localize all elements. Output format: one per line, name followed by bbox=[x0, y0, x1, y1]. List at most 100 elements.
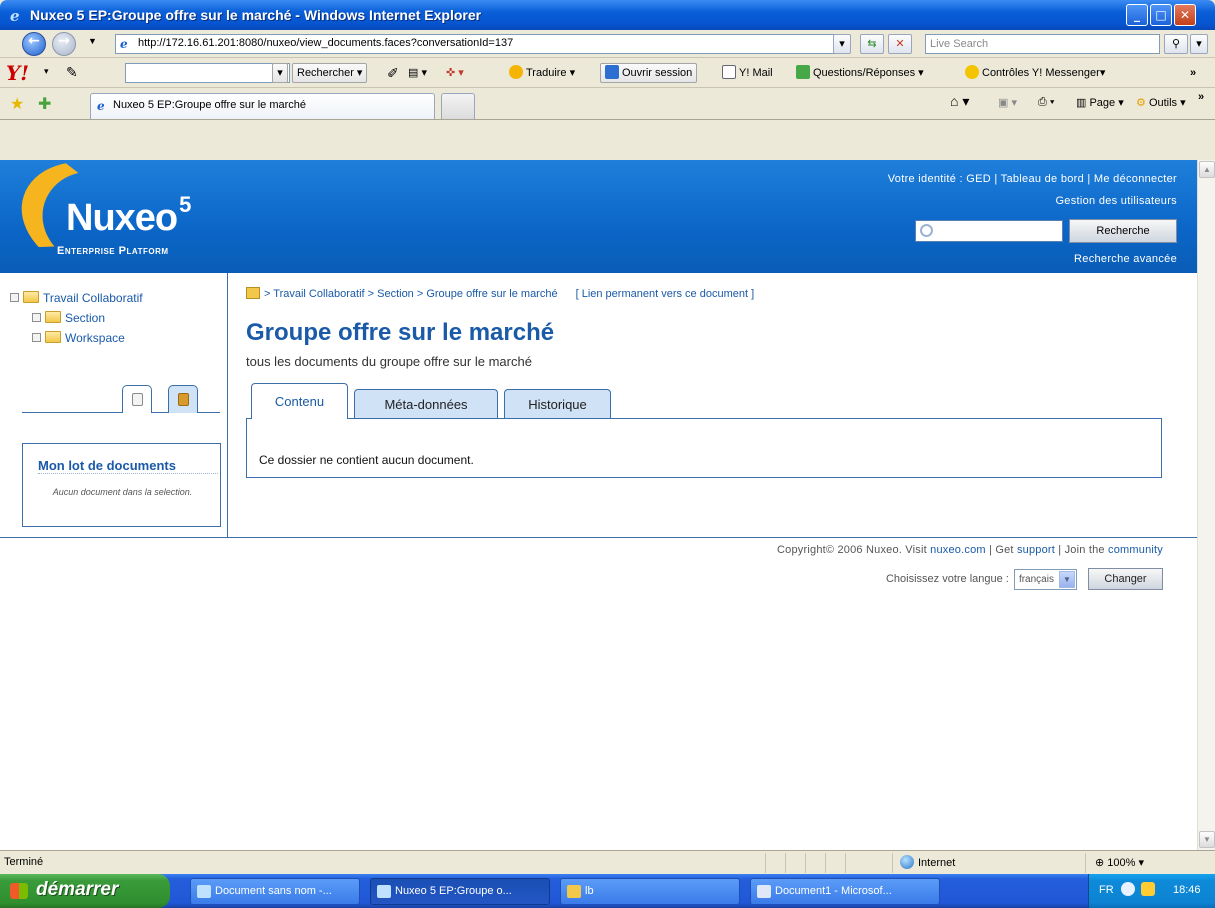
user-management-link[interactable]: Gestion des utilisateurs bbox=[1055, 195, 1177, 207]
address-field[interactable]: e http://172.16.61.201:8080/nuxeo/view_d… bbox=[115, 34, 847, 54]
tab-documents[interactable] bbox=[122, 385, 152, 413]
scroll-down-icon[interactable]: ▼ bbox=[1199, 831, 1215, 848]
basket-title: Mon lot de documents bbox=[38, 459, 218, 474]
home-icon[interactable]: ⌂ ▾ bbox=[950, 93, 969, 110]
start-button[interactable]: démarrer bbox=[0, 874, 170, 908]
login-button[interactable]: Ouvrir session bbox=[600, 63, 698, 83]
highlighter-icon[interactable]: ✐ bbox=[387, 63, 399, 83]
tree-node-root[interactable]: Travail Collaboratif bbox=[10, 288, 143, 308]
scroll-up-icon[interactable]: ▲ bbox=[1199, 161, 1215, 178]
permalink[interactable]: [ Lien permanent vers ce document ] bbox=[576, 288, 755, 300]
gear-icon: ⚙ bbox=[1136, 97, 1146, 109]
header-links[interactable]: Votre identité : GED | Tableau de bord |… bbox=[888, 173, 1177, 185]
language-indicator[interactable]: FR bbox=[1099, 884, 1114, 896]
address-text: http://172.16.61.201:8080/nuxeo/view_doc… bbox=[138, 37, 514, 49]
expand-icon[interactable] bbox=[32, 333, 41, 342]
globe-icon bbox=[900, 855, 914, 869]
translate-icon bbox=[509, 65, 523, 79]
translate-button[interactable]: Traduire ▾ bbox=[509, 63, 575, 83]
status-text: Terminé bbox=[4, 856, 44, 868]
yahoo-search-button[interactable]: Rechercher ▾ bbox=[292, 63, 368, 83]
page-icon: e bbox=[120, 37, 128, 51]
nuxeo-link[interactable]: nuxeo.com bbox=[930, 544, 986, 556]
pencil-icon[interactable]: ✎ bbox=[66, 64, 78, 81]
forward-button[interactable]: → bbox=[52, 32, 76, 56]
feeds-icon[interactable]: ▣ ▾ bbox=[998, 96, 1017, 109]
parent-folder-icon[interactable] bbox=[246, 287, 260, 299]
layout-icon[interactable]: ▤ ▾ bbox=[408, 63, 427, 83]
tree-node-workspace[interactable]: Workspace bbox=[10, 328, 143, 348]
add-favorites-icon[interactable]: ✚ bbox=[38, 94, 51, 114]
refresh-icon[interactable]: ⇆ bbox=[860, 34, 884, 54]
tray-app-icon[interactable] bbox=[1141, 882, 1155, 896]
basket-empty-text: Aucun document dans la selection. bbox=[52, 487, 193, 497]
yahoo-search-input[interactable] bbox=[125, 63, 290, 83]
live-search-input[interactable]: Live Search bbox=[925, 34, 1160, 54]
yahoo-logo[interactable]: Y! bbox=[6, 61, 29, 85]
tab-ie-icon: e bbox=[97, 99, 105, 113]
back-button[interactable]: ← bbox=[22, 32, 46, 56]
address-dropdown-icon[interactable]: ▾ bbox=[833, 34, 851, 54]
tab-clipboard[interactable] bbox=[168, 385, 198, 413]
support-link[interactable]: support bbox=[1017, 544, 1055, 556]
mail-button[interactable]: Y! Mail bbox=[722, 63, 773, 83]
answers-icon bbox=[796, 65, 810, 79]
print-icon[interactable]: ⎙ ▾ bbox=[1038, 96, 1054, 109]
close-button[interactable]: ✕ bbox=[1174, 4, 1196, 26]
status-bar: Terminé Internet ⊕ 100% ▾ bbox=[0, 850, 1215, 874]
browser-tab[interactable]: e Nuxeo 5 EP:Groupe offre sur le marché bbox=[90, 93, 435, 119]
folder-icon bbox=[45, 331, 61, 343]
minimize-button[interactable]: _ bbox=[1126, 4, 1148, 26]
history-dropdown-icon[interactable]: ▼ bbox=[88, 36, 97, 46]
nuxeo-search-input[interactable] bbox=[915, 220, 1063, 242]
navigation-tree: Travail Collaboratif Section Workspace bbox=[10, 288, 143, 348]
security-zone: Internet bbox=[900, 855, 955, 869]
advanced-search-link[interactable]: Recherche avancée bbox=[1074, 253, 1177, 265]
answers-button[interactable]: Questions/Réponses ▾ bbox=[796, 63, 924, 83]
tree-node-section[interactable]: Section bbox=[10, 308, 143, 328]
nuxeo-search-button[interactable]: Recherche bbox=[1069, 219, 1177, 243]
change-language-button[interactable]: Changer bbox=[1088, 568, 1163, 590]
nuxeo-logo[interactable]: Nuxeo5 bbox=[66, 192, 191, 240]
tools-menu[interactable]: ⚙ Outils ▾ bbox=[1136, 96, 1186, 109]
toolbar-overflow-icon[interactable]: » bbox=[1190, 63, 1196, 83]
login-icon bbox=[605, 65, 619, 79]
page-menu[interactable]: ▥ Page ▾ bbox=[1076, 96, 1124, 109]
command-overflow-icon[interactable]: » bbox=[1198, 91, 1204, 103]
tab-metadata[interactable]: Méta-données bbox=[354, 389, 498, 419]
search-options-icon[interactable]: ▾ bbox=[1190, 34, 1208, 54]
favorites-star-icon[interactable]: ★ bbox=[10, 94, 24, 114]
taskbar: démarrer Document sans nom -... Nuxeo 5 … bbox=[0, 874, 1215, 908]
tab-content[interactable]: Contenu bbox=[251, 383, 348, 419]
task-word-document[interactable]: Document1 - Microsof... bbox=[750, 878, 940, 905]
page-footer: Copyright© 2006 Nuxeo. Visit nuxeo.com |… bbox=[0, 537, 1197, 590]
maximize-button[interactable]: □ bbox=[1150, 4, 1172, 26]
copyright: Copyright© 2006 Nuxeo. Visit nuxeo.com |… bbox=[777, 544, 1163, 556]
community-link[interactable]: community bbox=[1108, 544, 1163, 556]
ie-icon bbox=[197, 885, 211, 898]
tray-arrow-icon[interactable] bbox=[1121, 882, 1135, 896]
search-icon[interactable]: ⚲ bbox=[1164, 34, 1188, 54]
task-lb-folder[interactable]: lb bbox=[560, 878, 740, 905]
ie-window: e Nuxeo 5 EP:Groupe offre sur le marché … bbox=[0, 0, 1215, 908]
stop-icon[interactable]: ✕ bbox=[888, 34, 912, 54]
clipboard-icon bbox=[178, 393, 189, 406]
messenger-button[interactable]: Contrôles Y! Messenger▾ bbox=[965, 63, 1105, 83]
zoom-control[interactable]: ⊕ 100% ▾ bbox=[1095, 856, 1144, 869]
ie-icon: e bbox=[10, 7, 20, 25]
windows-flag-icon bbox=[10, 883, 28, 899]
expand-icon[interactable] bbox=[32, 313, 41, 322]
left-sidebar: Travail Collaboratif Section Workspace M… bbox=[0, 273, 228, 538]
yahoo-search-dropdown-icon[interactable]: ▾ bbox=[272, 63, 288, 83]
language-chooser: Choisissez votre langue : français ▼ Chan… bbox=[886, 568, 1163, 590]
collapse-icon[interactable] bbox=[10, 293, 19, 302]
language-select[interactable]: français ▼ bbox=[1013, 568, 1077, 590]
breadcrumb-path[interactable]: > Travail Collaboratif > Section > Group… bbox=[264, 288, 558, 300]
yahoo-menu-icon[interactable]: ▾ bbox=[44, 66, 49, 77]
tab-history[interactable]: Historique bbox=[504, 389, 611, 419]
new-tab-button[interactable] bbox=[441, 93, 475, 119]
target-icon[interactable]: ✜ ▾ bbox=[446, 63, 464, 83]
task-document-sans-nom[interactable]: Document sans nom -... bbox=[190, 878, 360, 905]
vertical-scrollbar[interactable]: ▲ ▼ bbox=[1197, 160, 1215, 850]
task-nuxeo[interactable]: Nuxeo 5 EP:Groupe o... bbox=[370, 878, 550, 905]
